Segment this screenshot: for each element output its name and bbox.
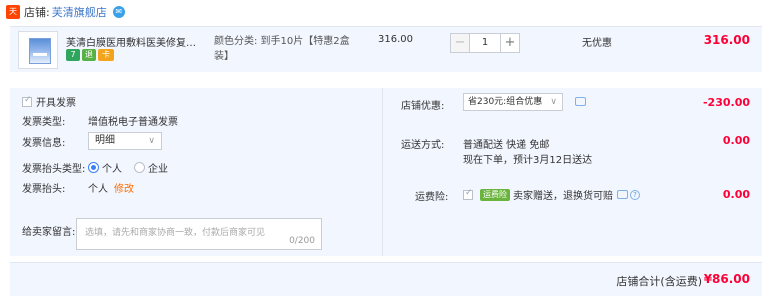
coupon-label: 店铺优惠: [401,101,445,112]
radio-company[interactable] [134,162,145,173]
radio-personal-label: 个人 [102,164,122,175]
invoice-checkbox[interactable] [22,95,32,107]
card-payment-icon[interactable]: 卡 [98,49,114,61]
insurance-info-icon[interactable] [617,190,628,199]
coupon-select[interactable]: 省230元:组合优惠 ∨ [463,93,563,111]
invoice-panel: 开具发票 发票类型: 增值税电子普通发票 发票信息: 明细 ∨ 发票抬头类型: … [10,88,382,256]
quantity-stepper: − 1 + [450,33,520,53]
coupon-info-icon[interactable] [575,97,586,106]
quantity-decrease-button[interactable]: − [450,33,470,53]
insurance-text: 卖家赠送，退换货可赔 [513,191,613,202]
message-placeholder: 选填，请先和商家协商一致，付款后商家可见 [85,228,266,238]
shipping-amount: 0.00 [722,134,750,147]
message-label: 给卖家留言: [22,227,76,238]
quantity-increase-button[interactable]: + [500,33,520,53]
message-input[interactable]: 选填，请先和商家协商一致，付款后商家可见 0/200 [76,218,322,250]
invoice-title-label: 发票抬头: [22,184,66,195]
return-service-icon[interactable]: 退 [82,49,96,61]
invoice-edit-link[interactable]: 修改 [114,180,134,195]
store-total-label: 店铺合计(含运费) [616,275,702,288]
invoice-type-label: 发票类型: [22,117,66,128]
seven-day-return-icon[interactable]: 7 [66,49,80,61]
chevron-down-icon: ∨ [148,136,155,146]
invoice-enable-label: 开具发票 [36,98,76,109]
insurance-label: 运费险: [415,192,449,203]
radio-company-label: 企业 [148,164,168,175]
shipping-eta: 现在下单，预计3月12日送达 [463,155,593,166]
coupon-amount: -230.00 [702,96,750,109]
service-icons: 7 退 卡 [66,49,114,61]
invoice-info-value: 明细 [95,135,115,146]
invoice-type-value: 增值税电子普通发票 [88,117,178,128]
quantity-input[interactable]: 1 [470,33,500,53]
insurance-checkbox[interactable] [463,188,473,200]
invoice-title-type-label: 发票抬头类型: [22,164,86,175]
coupon-value: 省230元:组合优惠 [468,97,543,107]
store-prefix-label: 店铺: [24,6,50,19]
message-char-count: 0/200 [289,236,315,246]
item-discount: 无优惠 [582,38,612,49]
store-header: 天猫 店铺: 芙清旗舰店 ✉ [0,0,762,30]
unit-price: 316.00 [378,34,413,45]
summary-panel: 店铺优惠: 省230元:组合优惠 ∨ -230.00 运送方式: 普通配送 快递… [382,88,762,256]
shipping-method: 普通配送 快递 免邮 [463,140,550,151]
invoice-info-select[interactable]: 明细 ∨ [88,132,162,150]
product-thumbnail[interactable] [18,31,58,69]
invoice-info-label: 发票信息: [22,137,66,149]
chevron-down-icon: ∨ [550,97,557,107]
shipping-label: 运送方式: [401,140,445,151]
product-title-link[interactable]: 芙清白膜医用敷料医美修复痘痘肌 [66,34,202,49]
store-total-bar: 店铺合计(含运费) ¥86.00 [10,262,762,296]
product-row: 芙清白膜医用敷料医美修复痘痘肌 7 退 卡 颜色分类: 到手10片【特惠2盒装】… [10,26,762,72]
tmall-logo-icon: 天猫 [6,5,20,30]
item-total: 316.00 [703,33,750,47]
product-sku: 颜色分类: 到手10片【特惠2盒装】 [214,36,350,62]
help-icon[interactable]: ? [630,189,640,200]
invoice-title-value: 个人 [88,184,108,195]
radio-personal[interactable] [88,162,99,173]
invoice-toggle[interactable]: 开具发票 [22,94,76,109]
insurance-tag: 运费险 [480,188,510,201]
insurance-amount: 0.00 [722,188,750,201]
store-name-link[interactable]: 芙清旗舰店 [52,4,107,20]
insurance-row: 运费险 卖家赠送，退换货可赔 ? [463,187,640,202]
store-total-amount: ¥86.00 [703,272,750,286]
wangwang-chat-icon[interactable]: ✉ [112,6,125,18]
